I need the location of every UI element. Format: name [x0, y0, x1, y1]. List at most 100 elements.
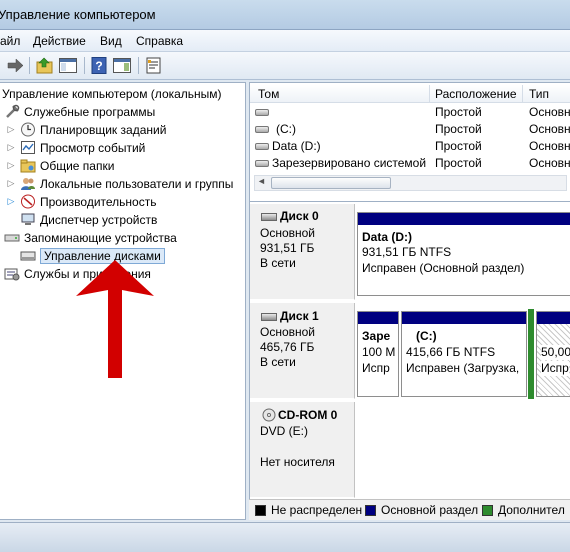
scrollbar-thumb[interactable] — [271, 177, 391, 189]
up-folder-icon[interactable] — [35, 56, 55, 75]
toolbar-separator — [84, 57, 85, 74]
column-layout[interactable]: Расположение — [435, 87, 517, 101]
expand-arrow-icon[interactable]: ▷ — [6, 142, 16, 153]
disk-1-name: Диск 1 — [280, 309, 319, 323]
volume-row[interactable]: Data (D:) Простой Основн — [250, 138, 570, 155]
tree-label: Диспетчер устройств — [40, 212, 158, 227]
legend-label: Дополнител — [498, 503, 565, 517]
partition-c[interactable]: (C:) 415,66 ГБ NTFS Исправен (Загрузка, — [401, 311, 527, 397]
disk-management-icon — [20, 248, 36, 263]
disk-0-size: 931,51 ГБ — [260, 241, 315, 255]
scroll-left-icon[interactable]: ◄ — [257, 176, 266, 186]
tree-label: Управление компьютером (локальным) — [2, 86, 222, 101]
menu-file[interactable]: айл — [0, 34, 20, 48]
cdrom-status: Нет носителя — [260, 455, 335, 469]
partition-free[interactable]: 50,00 Испр — [536, 311, 570, 397]
cdrom-name: CD-ROM 0 — [278, 408, 338, 422]
legend-swatch — [482, 504, 493, 516]
tree-label: Локальные пользователи и группы — [40, 176, 234, 191]
expand-arrow-icon[interactable]: ▷ — [6, 124, 16, 135]
tree-item-shared-folders[interactable]: ▷ Общие папки — [6, 157, 114, 174]
disk-0-kind: Основной — [260, 226, 316, 240]
menu-action[interactable]: Действие — [33, 34, 86, 48]
legend-swatch — [365, 504, 376, 516]
title-bar: Управление компьютером — [0, 0, 570, 30]
tree-label: Производительность — [40, 194, 157, 209]
services-icon — [4, 266, 20, 281]
volume-type: Основн — [529, 122, 570, 136]
tree-item-event-viewer[interactable]: ▷ Просмотр событий — [6, 139, 146, 156]
disk-0-label[interactable]: Диск 0 Основной 931,51 ГБ В сети — [250, 204, 355, 300]
disk-icon — [261, 213, 277, 221]
column-divider[interactable] — [522, 85, 523, 103]
disk-1-label[interactable]: Диск 1 Основной 465,76 ГБ В сети — [250, 303, 355, 399]
volume-type: Основн — [529, 139, 570, 153]
volume-name: Data (D:) — [272, 139, 321, 153]
menu-help[interactable]: Справка — [136, 34, 183, 48]
window-title: Управление компьютером — [0, 7, 156, 22]
expand-arrow-icon[interactable]: ▷ — [6, 160, 16, 171]
volume-icon — [255, 126, 269, 133]
tree-label: Просмотр событий — [40, 140, 146, 155]
partition-reserved[interactable]: Заре 100 М Испр — [357, 311, 399, 397]
legend-label: Не распределен — [271, 503, 363, 517]
red-arrow-annotation — [76, 260, 154, 378]
legend-extended: Дополнител — [482, 503, 565, 517]
volume-row[interactable]: Зарезервировано системой Простой Основн — [250, 155, 570, 172]
forward-icon[interactable] — [5, 56, 25, 75]
menu-view[interactable]: Вид — [100, 34, 122, 48]
partition-name: Заре — [362, 329, 391, 343]
toolbar: ? — [0, 52, 570, 80]
column-volume[interactable]: Том — [258, 87, 279, 101]
volume-type: Основн — [529, 105, 570, 119]
toolbar-separator — [138, 57, 139, 74]
event-viewer-icon — [20, 140, 36, 155]
tree-item-task-scheduler[interactable]: ▷ Планировщик заданий — [6, 121, 166, 138]
properties-icon[interactable] — [144, 56, 164, 75]
tree-label: Планировщик заданий — [40, 122, 167, 137]
tree-item-root[interactable]: Управление компьютером (локальным) — [2, 85, 222, 102]
performance-icon — [20, 194, 36, 209]
volume-row[interactable]: (C:) Простой Основн — [250, 121, 570, 138]
partition-data-d[interactable]: Data (D:) 931,51 ГБ NTFS Исправен (Основ… — [357, 212, 570, 296]
tree-item-utilities[interactable]: Служебные программы — [4, 103, 155, 120]
cdrom-label[interactable]: CD-ROM 0 DVD (E:) Нет носителя — [250, 402, 355, 498]
partition-size: 931,51 ГБ NTFS — [362, 245, 452, 259]
cdrom-icon — [262, 408, 276, 422]
disk-0-status: В сети — [260, 256, 296, 270]
storage-icon — [4, 230, 20, 245]
volume-layout: Простой — [435, 139, 482, 153]
legend-label: Основной раздел — [381, 503, 479, 517]
tree-item-storage[interactable]: Запоминающие устройства — [4, 229, 177, 246]
tree-label: Общие папки — [40, 158, 115, 173]
partition-status: Исправен (Основной раздел) — [362, 261, 525, 275]
partition-name: (C:) — [416, 329, 437, 343]
show-hide-tree-icon[interactable] — [58, 56, 78, 75]
expand-arrow-icon[interactable]: ▷ — [6, 178, 16, 189]
expand-arrow-icon[interactable]: ▷ — [6, 196, 16, 207]
volume-row[interactable]: Простой Основн — [250, 104, 570, 121]
volume-name: (C:) — [276, 122, 296, 136]
horizontal-scrollbar[interactable]: ◄ — [254, 175, 567, 191]
shared-folder-icon — [20, 158, 36, 173]
console-icon[interactable] — [112, 56, 132, 75]
disk-1-kind: Основной — [260, 325, 316, 339]
partition-size: 100 М — [362, 345, 396, 359]
column-type[interactable]: Тип — [529, 87, 549, 101]
partition-status: Исправен (Загрузка, — [406, 361, 520, 375]
partition-bar — [358, 213, 570, 225]
column-divider[interactable] — [429, 85, 430, 103]
tree-item-local-users[interactable]: ▷ Локальные пользователи и группы — [6, 175, 234, 192]
partition-status: Испр — [362, 361, 390, 375]
partition-status: Испр — [541, 361, 569, 376]
volume-layout: Простой — [435, 122, 482, 136]
menu-bar: айл Действие Вид Справка — [0, 30, 570, 52]
legend-primary: Основной раздел — [365, 503, 478, 517]
tree-item-performance[interactable]: ▷ Производительность — [6, 193, 156, 210]
volume-layout: Простой — [435, 105, 482, 119]
help-icon[interactable]: ? — [90, 56, 110, 75]
tree-item-device-manager[interactable]: Диспетчер устройств — [20, 211, 157, 228]
partition-bar — [537, 312, 570, 324]
tree-label: Служебные программы — [24, 104, 156, 119]
partition-bar — [358, 312, 398, 324]
